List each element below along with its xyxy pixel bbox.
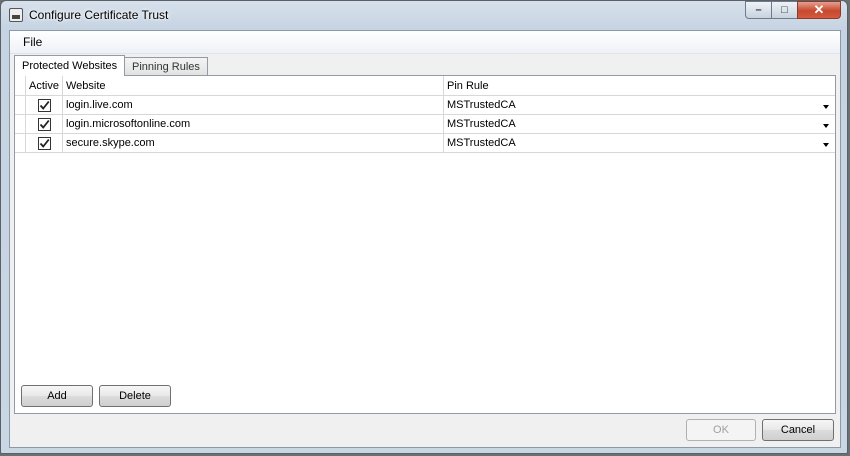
- dropdown-arrow-icon[interactable]: [823, 143, 829, 147]
- table-row[interactable]: secure.skype.com MSTrustedCA: [15, 134, 835, 153]
- website-cell[interactable]: login.live.com: [63, 96, 444, 114]
- pin-rule-cell[interactable]: MSTrustedCA: [444, 115, 835, 133]
- active-checkbox[interactable]: [38, 99, 51, 112]
- pin-rule-select[interactable]: MSTrustedCA: [447, 137, 832, 152]
- client-area: File Protected Websites Pinning Rules Ac…: [9, 30, 841, 448]
- website-cell[interactable]: login.microsoftonline.com: [63, 115, 444, 133]
- pin-rule-select[interactable]: MSTrustedCA: [447, 99, 832, 114]
- dropdown-arrow-icon[interactable]: [823, 105, 829, 109]
- active-cell: [26, 134, 63, 152]
- active-checkbox[interactable]: [38, 137, 51, 150]
- active-cell: [26, 115, 63, 133]
- column-header-pin-rule[interactable]: Pin Rule: [444, 76, 835, 95]
- pin-rule-value: MSTrustedCA: [447, 99, 516, 111]
- window-controls: – □ ✕: [745, 1, 841, 19]
- grid-header: Active Website Pin Rule: [15, 76, 835, 96]
- maximize-button[interactable]: □: [771, 1, 797, 19]
- close-button[interactable]: ✕: [797, 1, 841, 19]
- website-cell[interactable]: secure.skype.com: [63, 134, 444, 152]
- table-row[interactable]: login.live.com MSTrustedCA: [15, 96, 835, 115]
- menu-bar: File: [10, 31, 840, 54]
- column-header-active[interactable]: Active: [26, 76, 63, 95]
- app-icon: [9, 8, 23, 22]
- websites-grid: Active Website Pin Rule login.live.com M…: [15, 76, 835, 153]
- menu-file[interactable]: File: [23, 35, 42, 49]
- tab-pinning-rules[interactable]: Pinning Rules: [124, 57, 208, 75]
- table-row[interactable]: login.microsoftonline.com MSTrustedCA: [15, 115, 835, 134]
- title-bar[interactable]: Configure Certificate Trust – □ ✕: [1, 1, 847, 29]
- active-cell: [26, 96, 63, 114]
- add-button[interactable]: Add: [21, 385, 93, 407]
- window-title: Configure Certificate Trust: [29, 8, 169, 22]
- pin-rule-select[interactable]: MSTrustedCA: [447, 118, 832, 133]
- pin-rule-cell[interactable]: MSTrustedCA: [444, 96, 835, 114]
- column-header-website[interactable]: Website: [63, 76, 444, 95]
- row-selector[interactable]: [15, 115, 26, 133]
- dialog-button-bar: OK Cancel: [10, 415, 840, 447]
- row-selector[interactable]: [15, 134, 26, 152]
- delete-button[interactable]: Delete: [99, 385, 171, 407]
- pin-rule-value: MSTrustedCA: [447, 137, 516, 149]
- pin-rule-cell[interactable]: MSTrustedCA: [444, 134, 835, 152]
- ok-button[interactable]: OK: [686, 419, 756, 441]
- pin-rule-value: MSTrustedCA: [447, 118, 516, 130]
- minimize-button[interactable]: –: [745, 1, 771, 19]
- row-selector-header: [15, 76, 26, 95]
- cancel-button[interactable]: Cancel: [762, 419, 834, 441]
- tab-protected-websites[interactable]: Protected Websites: [14, 55, 126, 76]
- active-checkbox[interactable]: [38, 118, 51, 131]
- dialog-window: Configure Certificate Trust – □ ✕ File P…: [0, 0, 848, 454]
- protected-websites-panel: Active Website Pin Rule login.live.com M…: [14, 75, 836, 414]
- row-selector[interactable]: [15, 96, 26, 114]
- dropdown-arrow-icon[interactable]: [823, 124, 829, 128]
